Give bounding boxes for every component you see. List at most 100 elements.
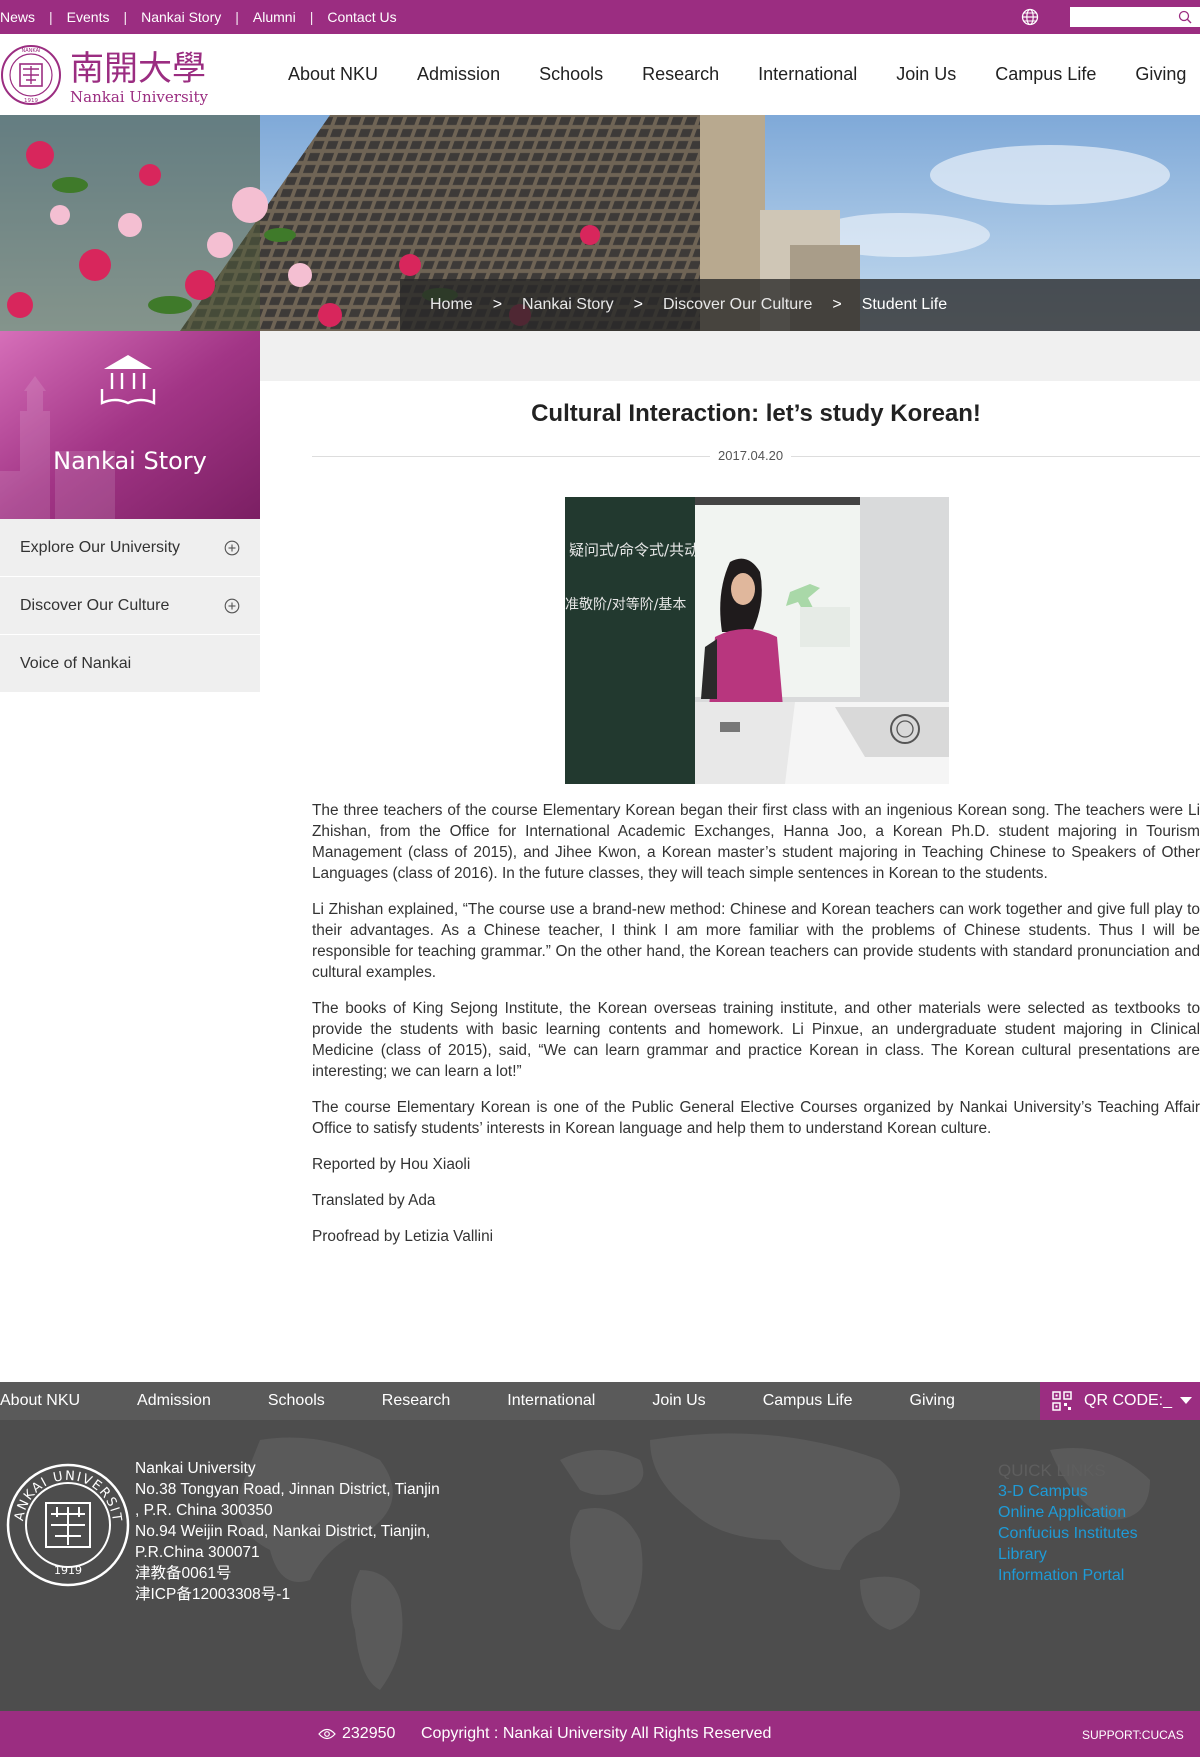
expand-icon[interactable] — [224, 598, 240, 614]
sidebar-title: Nankai Story — [53, 447, 207, 475]
article-dateline: 2017.04.20 — [312, 448, 1200, 464]
quick-links: QUICK LINKS 3-D Campus Online Applicatio… — [998, 1460, 1138, 1586]
logo-cn-text: 南開大學 — [70, 49, 206, 89]
university-seal: NANKAI UNIVERSITY 1919 — [5, 1462, 130, 1587]
chevron-down-icon — [1180, 1397, 1192, 1404]
article-photo: 疑问式/命令式/共动 准敬阶/对等阶/基本 — [565, 497, 949, 784]
footer-address-line: No.38 Tongyan Road, Jinnan District, Tia… — [135, 1481, 440, 1498]
eye-icon — [318, 1728, 336, 1740]
search-input[interactable] — [1070, 7, 1170, 27]
footer-address-line: P.R.China 300071 — [135, 1544, 260, 1561]
expand-icon[interactable] — [224, 540, 240, 556]
footer-address-line: No.94 Weijin Road, Nankai District, Tian… — [135, 1523, 431, 1540]
article-paragraph: Li Zhishan explained, “The course use a … — [312, 901, 1200, 981]
quick-link-online-application[interactable]: Online Application — [998, 1502, 1138, 1523]
support-link[interactable]: SUPPORT:CUCAS — [1082, 1728, 1184, 1742]
visit-counter: 232950 — [342, 1725, 396, 1742]
breadcrumb-home[interactable]: Home — [430, 296, 473, 314]
article-credit-proofreader: Proofread by Letizia Vallini — [312, 1228, 494, 1245]
sidebar-menu: Explore Our University Discover Our Cult… — [0, 519, 260, 693]
breadcrumb-separator: > — [633, 296, 643, 313]
quick-link-3d-campus[interactable]: 3-D Campus — [998, 1481, 1138, 1502]
bottom-bar: 232950 Copyright : Nankai University All… — [0, 1711, 1200, 1757]
nav-international[interactable]: International — [758, 64, 857, 85]
top-link-nankai-story[interactable]: Nankai Story — [141, 9, 221, 25]
qr-code-toggle[interactable]: QR CODE:_ — [1040, 1382, 1200, 1420]
footer-nav-about-nku[interactable]: About NKU — [0, 1392, 80, 1410]
search-icon[interactable] — [1178, 10, 1192, 24]
top-bar: News | Events | Nankai Story | Alumni | … — [0, 0, 1200, 34]
globe-icon[interactable] — [1021, 8, 1039, 26]
footer-nav-research[interactable]: Research — [382, 1392, 450, 1410]
sidebar-item-label: Explore Our University — [20, 538, 181, 556]
logo-en-text: Nankai University — [70, 88, 208, 106]
breadcrumb-current: Student Life — [861, 296, 948, 313]
sidebar-item-explore-our-university[interactable]: Explore Our University — [0, 519, 260, 577]
article-paragraph: The course Elementary Korean is one of t… — [312, 1099, 1200, 1137]
article-title: Cultural Interaction: let’s study Korean… — [531, 400, 981, 427]
footer-address-line: 津教备0061号 — [135, 1565, 232, 1582]
svg-text:NANKAI: NANKAI — [22, 48, 41, 54]
sidebar-item-voice-of-nankai[interactable]: Voice of Nankai — [0, 635, 260, 693]
nav-campus-life[interactable]: Campus Life — [995, 64, 1096, 85]
nav-giving[interactable]: Giving — [1135, 64, 1186, 85]
quick-link-library[interactable]: Library — [998, 1544, 1138, 1565]
nav-about-nku[interactable]: About NKU — [288, 64, 378, 85]
article-credit-translator: Translated by Ada — [312, 1192, 436, 1209]
quick-link-confucius-institutes[interactable]: Confucius Institutes — [998, 1523, 1138, 1544]
footer-nav-join-us[interactable]: Join Us — [652, 1392, 705, 1410]
svg-text:1919: 1919 — [24, 98, 38, 104]
site-footer: NANKAI UNIVERSITY 1919 Nankai University… — [0, 1420, 1200, 1711]
top-link-news[interactable]: News — [0, 9, 35, 25]
footer-nav: About NKU Admission Schools Research Int… — [0, 1382, 1200, 1420]
separator: | — [123, 9, 128, 25]
sidebar-item-discover-our-culture[interactable]: Discover Our Culture — [0, 577, 260, 635]
separator: | — [49, 9, 53, 25]
quick-links-heading: QUICK LINKS — [998, 1461, 1106, 1480]
search-box — [1070, 7, 1200, 27]
top-link-events[interactable]: Events — [67, 9, 110, 25]
breadcrumb-separator: > — [832, 296, 842, 313]
sidebar-hero — [0, 331, 260, 519]
quick-link-information-portal[interactable]: Information Portal — [998, 1565, 1138, 1586]
content-header-strip — [260, 331, 1200, 381]
article-paragraph: The books of King Sejong Institute, the … — [312, 1000, 1200, 1080]
nav-admission[interactable]: Admission — [417, 64, 500, 85]
breadcrumb-discover-our-culture[interactable]: Discover Our Culture — [663, 296, 812, 314]
nav-schools[interactable]: Schools — [539, 64, 603, 85]
top-link-alumni[interactable]: Alumni — [253, 9, 296, 25]
nav-research[interactable]: Research — [642, 64, 719, 85]
copyright-text: Copyright : Nankai University All Rights… — [421, 1725, 772, 1742]
qr-code-label: QR CODE:_ — [1084, 1392, 1173, 1409]
nav-join-us[interactable]: Join Us — [896, 64, 956, 85]
footer-nav-campus-life[interactable]: Campus Life — [763, 1392, 853, 1410]
breadcrumb-nankai-story[interactable]: Nankai Story — [522, 296, 614, 314]
footer-nav-admission[interactable]: Admission — [137, 1392, 211, 1410]
article-credit-reporter: Reported by Hou Xiaoli — [312, 1156, 471, 1173]
site-header: 1919 NANKAI 南開大學 Nankai University About… — [0, 34, 1200, 115]
footer-nav-international[interactable]: International — [507, 1392, 595, 1410]
top-links: News | Events | Nankai Story | Alumni | … — [0, 9, 397, 25]
nankai-logo[interactable]: 1919 NANKAI 南開大學 Nankai University — [0, 42, 215, 108]
qr-code-icon — [1052, 1391, 1072, 1411]
footer-nav-schools[interactable]: Schools — [268, 1392, 325, 1410]
footer-address-line: , P.R. China 300350 — [135, 1502, 273, 1519]
footer-address: Nankai University No.38 Tongyan Road, Ji… — [135, 1458, 440, 1605]
main-nav: About NKU Admission Schools Research Int… — [288, 64, 1200, 85]
sidebar-item-label: Voice of Nankai — [20, 654, 132, 672]
separator: | — [309, 9, 314, 25]
svg-text:1919: 1919 — [54, 1564, 82, 1577]
breadcrumb: Home > Nankai Story > Discover Our Cultu… — [400, 279, 1200, 331]
separator: | — [235, 9, 239, 25]
article-date: 2017.04.20 — [710, 448, 792, 463]
footer-address-line: Nankai University — [135, 1460, 256, 1477]
footer-address-line: 津ICP备12003308号-1 — [135, 1586, 291, 1603]
article-body: The three teachers of the course Element… — [312, 800, 1200, 1262]
top-link-contact-us[interactable]: Contact Us — [327, 9, 396, 25]
breadcrumb-separator: > — [492, 296, 503, 313]
footer-nav-items: About NKU Admission Schools Research Int… — [0, 1392, 1012, 1410]
sidebar-item-label: Discover Our Culture — [20, 596, 170, 614]
footer-nav-giving[interactable]: Giving — [910, 1392, 955, 1410]
blackboard-text: 准敬阶/对等阶/基本 — [565, 596, 686, 613]
blackboard-text: 疑问式/命令式/共动 — [569, 541, 699, 559]
